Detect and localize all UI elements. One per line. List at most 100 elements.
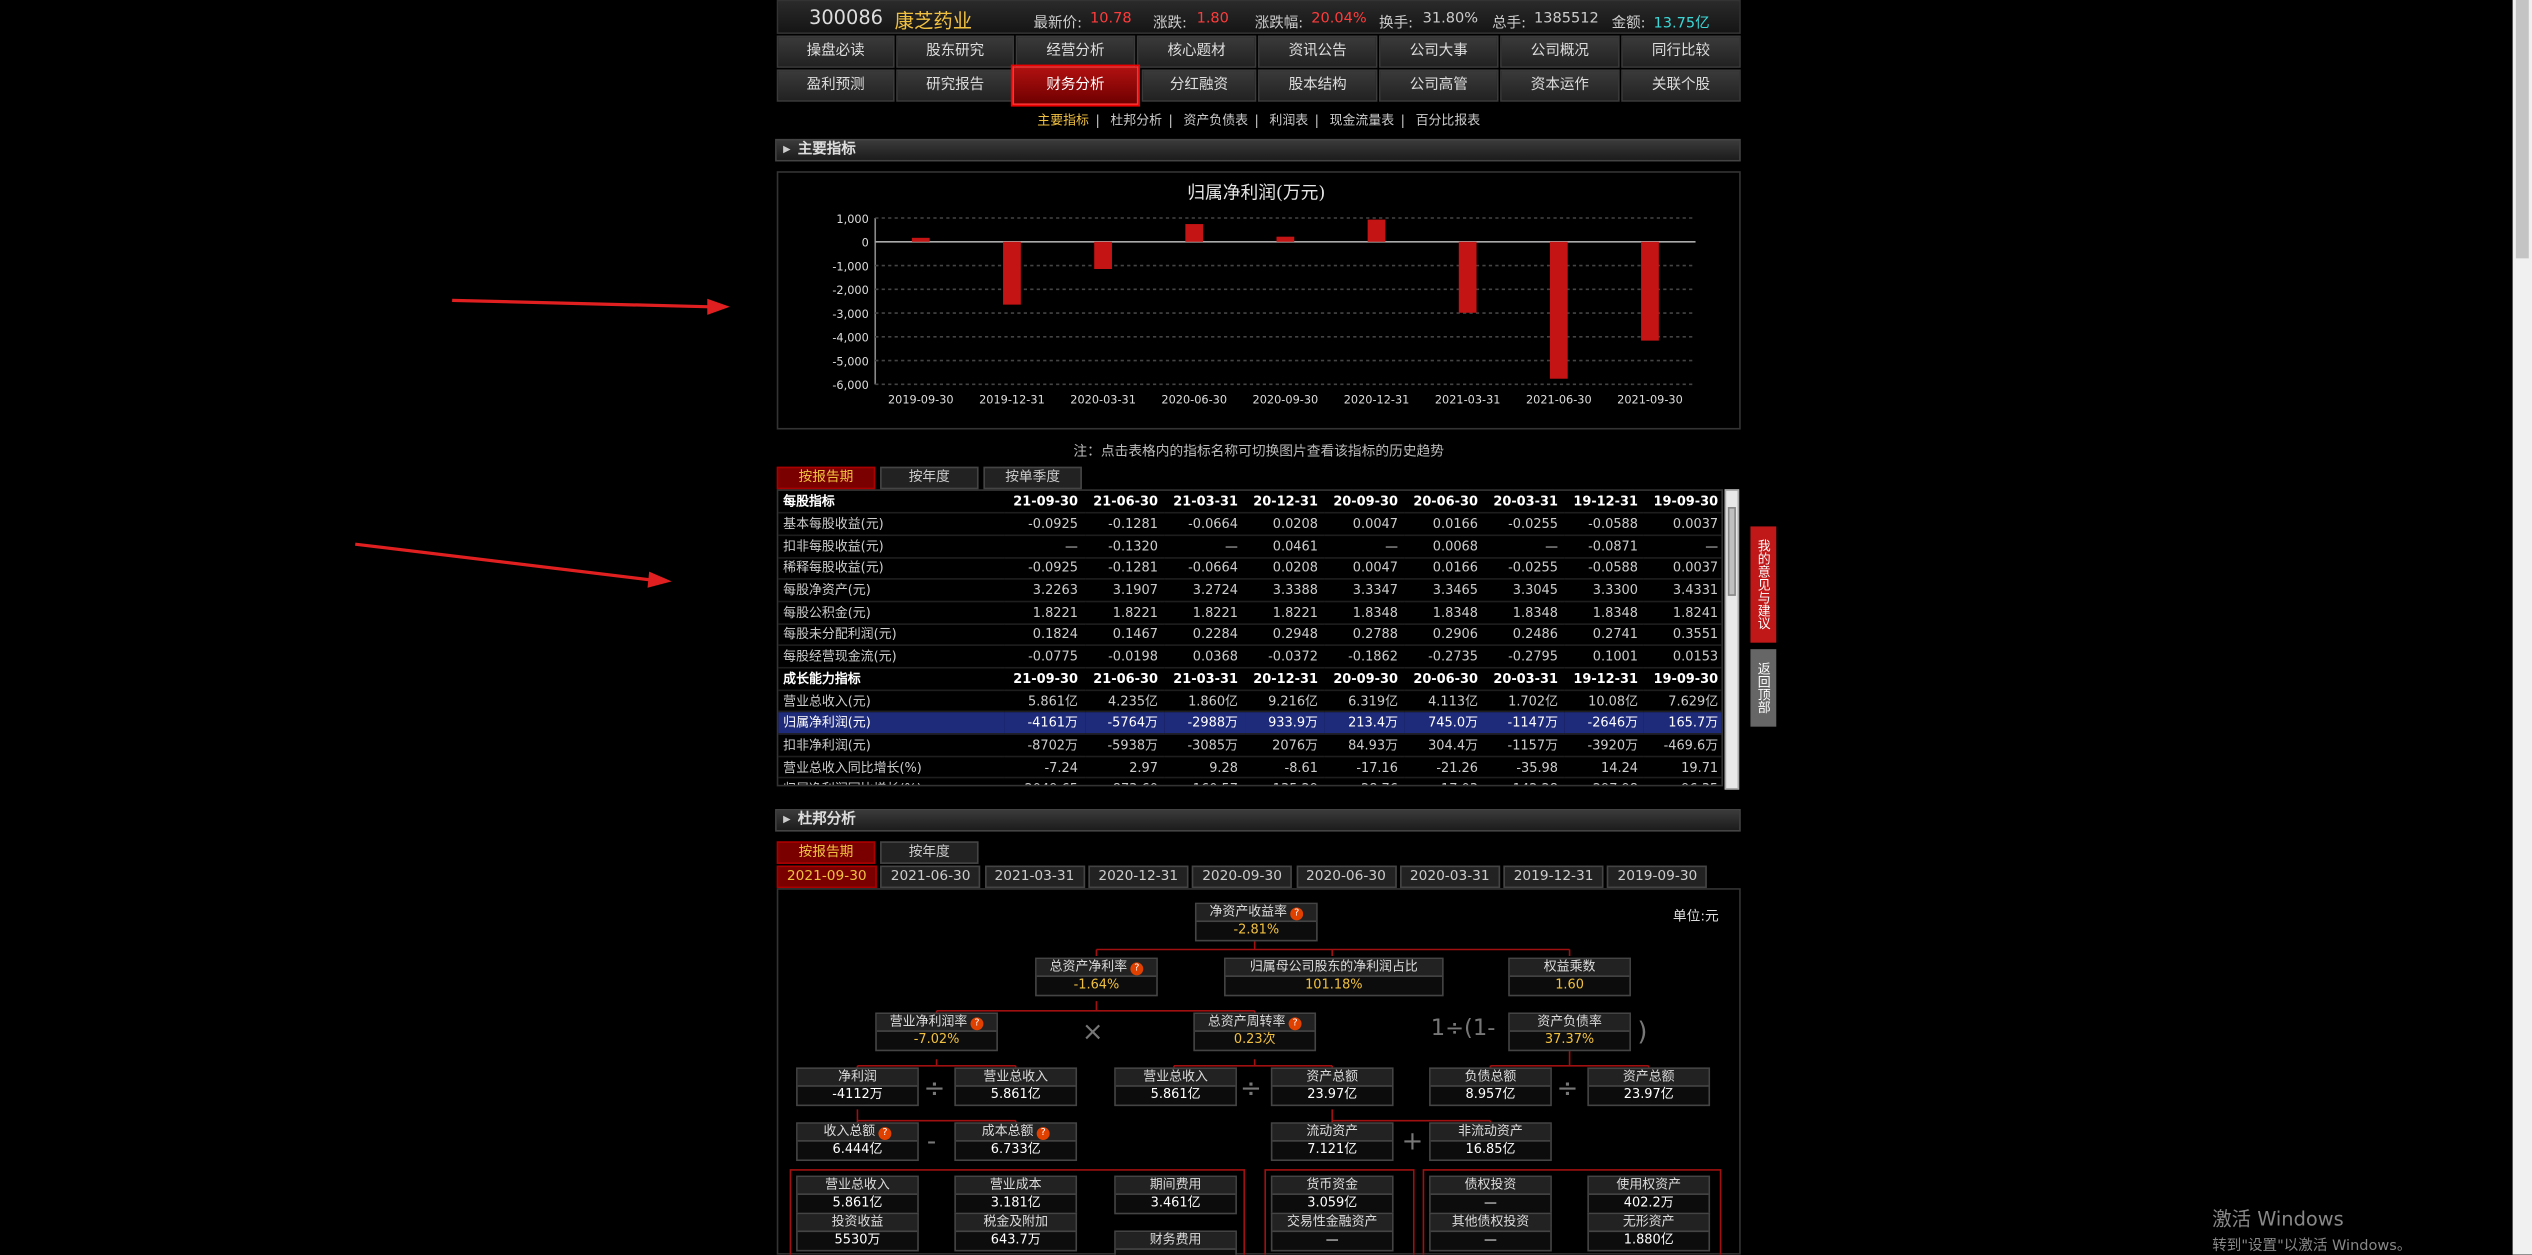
table-row[interactable]: 营业总收入(元) 5.861亿 4.235亿 1.860亿 9.216亿 6.319亿 4.… <box>778 689 1722 713</box>
bar[interactable] <box>911 237 930 242</box>
help-icon[interactable]: ? <box>878 1127 892 1141</box>
table-row[interactable]: 每股未分配利润(元) 0.1824 0.1467 0.2284 0.2948 0.2788… <box>778 623 1722 647</box>
dupont-node-ratio[interactable]: 归属母公司股东的净利润占比 101.18% <box>1224 957 1444 997</box>
indicator-name-link[interactable]: 扣非每股收益(元) <box>778 535 1005 558</box>
dupont-date-tab[interactable]: 2021-03-31 <box>984 865 1085 889</box>
tab-by-period[interactable]: 按报告期 <box>776 466 876 490</box>
nav-dashi[interactable]: 公司大事 <box>1379 35 1499 68</box>
nav-ziben[interactable]: 资本运作 <box>1500 69 1620 102</box>
table-row[interactable]: 归属净利润同比增长(%)-2049.65-873.60-160.57135.29… <box>778 778 1722 785</box>
bar[interactable] <box>1549 241 1568 379</box>
table-row[interactable]: 稀释每股收益(元) -0.0925 -0.1281 -0.0664 0.0208 0.00… <box>778 557 1722 581</box>
table-row[interactable]: 扣非每股收益(元) — -0.1320—0.0461—0.0068— -0.0871— <box>778 535 1722 558</box>
dupont-date-tab[interactable]: 2021-09-30 <box>776 865 877 889</box>
nav-zixun[interactable]: 资讯公告 <box>1257 35 1378 68</box>
bar[interactable] <box>1003 241 1021 305</box>
sub-link-percent[interactable]: 百分比报表 <box>1416 113 1481 128</box>
dupont-node-ca[interactable]: 流动资产 7.121亿 <box>1270 1122 1394 1162</box>
scrollbar-thumb[interactable] <box>1727 507 1736 596</box>
indicator-name-link[interactable]: 每股净资产(元) <box>778 579 1005 603</box>
indicator-name-link[interactable]: 每股公积金(元) <box>778 601 1005 625</box>
dupont-node-dar[interactable]: 资产负债率 37.37% <box>1508 1012 1631 1052</box>
bar[interactable] <box>1185 224 1204 242</box>
section-header-dupont[interactable]: 杜邦分析 <box>775 809 1741 832</box>
dupont-node-roa[interactable]: 总资产净利率? -1.64% <box>1035 957 1158 997</box>
bar[interactable] <box>1276 236 1295 242</box>
dupont-node-cost[interactable]: 成本总额? 6.733亿 <box>954 1122 1078 1162</box>
indicator-name-link[interactable]: 基本每股收益(元) <box>778 513 1005 536</box>
dupont-node-rev2[interactable]: 营业总收入 5.861亿 <box>1114 1067 1237 1107</box>
dupont-date-tab[interactable]: 2019-09-30 <box>1607 865 1708 889</box>
dupont-node-tat[interactable]: 总资产周转率? 0.23次 <box>1193 1012 1317 1052</box>
indicator-name-link[interactable]: 每股未分配利润(元) <box>778 623 1005 647</box>
table-row[interactable]: 归属净利润(元) -4161万 -5764万 -2988万 933.9万 213.4万 74… <box>778 711 1722 735</box>
sub-link-income[interactable]: 利润表 <box>1269 113 1308 128</box>
nav-yanjiu[interactable]: 研究报告 <box>896 69 1015 102</box>
dupont-date-tab[interactable]: 2020-03-31 <box>1399 865 1500 889</box>
dupont-node-nca[interactable]: 非流动资产 16.85亿 <box>1429 1122 1552 1162</box>
dupont-date-tab[interactable]: 2021-06-30 <box>880 865 981 889</box>
nav-yingli[interactable]: 盈利预测 <box>776 69 895 102</box>
sub-link-balance[interactable]: 资产负债表 <box>1183 113 1248 128</box>
indicator-name-link[interactable]: 归属净利润同比增长(%) <box>778 778 1005 785</box>
indicator-name-link[interactable]: 营业总收入(元) <box>778 689 1005 713</box>
table-row[interactable]: 每股经营现金流(元) -0.0775 -0.0198 0.0368 -0.0372 -0.… <box>778 645 1722 669</box>
table-row[interactable]: 扣非净利润(元) -8702万 -5938万 -3085万 2076万 84.93万 304… <box>778 734 1722 757</box>
nav-guben[interactable]: 股本结构 <box>1257 69 1378 102</box>
dupont-date-tab[interactable]: 2020-12-31 <box>1088 865 1189 889</box>
page-scrollbar-thumb[interactable] <box>2515 0 2529 259</box>
stock-name[interactable]: 康芝药业 <box>895 6 973 33</box>
nav-tonghang[interactable]: 同行比较 <box>1621 35 1741 68</box>
bar[interactable] <box>1094 241 1112 270</box>
bar[interactable] <box>1367 219 1386 242</box>
back-to-top-button[interactable]: 返回顶部 <box>1750 649 1777 727</box>
help-icon[interactable]: ? <box>1130 962 1144 976</box>
nav-gaikuang[interactable]: 公司概况 <box>1500 35 1620 68</box>
dupont-node-rev1[interactable]: 营业总收入 5.861亿 <box>954 1067 1078 1107</box>
table-scrollbar[interactable] <box>1724 489 1740 790</box>
nav-jingying[interactable]: 经营分析 <box>1015 35 1136 68</box>
sub-link-main[interactable]: 主要指标 <box>1037 113 1089 128</box>
page-scrollbar[interactable] <box>2512 0 2532 1255</box>
help-icon[interactable]: ? <box>970 1017 984 1031</box>
dupont-tab-year[interactable]: 按年度 <box>880 841 979 864</box>
feedback-button[interactable]: 我的意见与建议 <box>1750 526 1777 643</box>
dupont-node-ta1[interactable]: 资产总额 23.97亿 <box>1270 1067 1394 1107</box>
dupont-node-np[interactable]: 净利润 -4112万 <box>796 1067 919 1107</box>
indicator-name-link[interactable]: 每股经营现金流(元) <box>778 645 1005 669</box>
table-row[interactable]: 每股公积金(元) 1.8221 1.8221 1.8221 1.8221 1.8348 1.… <box>778 601 1722 625</box>
help-icon[interactable]: ? <box>1288 1017 1302 1031</box>
sub-link-cashflow[interactable]: 现金流量表 <box>1330 113 1395 128</box>
tab-by-quarter[interactable]: 按单季度 <box>983 466 1082 490</box>
table-row[interactable]: 每股净资产(元) 3.2263 3.1907 3.2724 3.3388 3.3347 3.… <box>778 579 1722 603</box>
table-row[interactable]: 基本每股收益(元) -0.0925 -0.1281 -0.0664 0.0208 0.00… <box>778 513 1722 536</box>
sub-link-dupont[interactable]: 杜邦分析 <box>1110 113 1162 128</box>
profit-chart[interactable]: 归属净利润(万元) 1,000 0 -1,000 -2,000 -3,000 -4,000… <box>776 171 1741 430</box>
nav-gaoguan[interactable]: 公司高管 <box>1379 69 1499 102</box>
dupont-node-em[interactable]: 权益乘数 1.60 <box>1508 957 1631 997</box>
dupont-node-tl[interactable]: 负债总额 8.957亿 <box>1429 1067 1552 1107</box>
dupont-node-npm[interactable]: 营业净利润率? -7.02% <box>875 1012 998 1052</box>
help-icon[interactable]: ? <box>1290 907 1304 921</box>
dupont-date-tab[interactable]: 2019-12-31 <box>1503 865 1604 889</box>
bar[interactable] <box>1458 241 1477 313</box>
dupont-tab-period[interactable]: 按报告期 <box>776 841 876 864</box>
nav-gudong[interactable]: 股东研究 <box>896 35 1015 68</box>
nav-caopan[interactable]: 操盘必读 <box>776 35 895 68</box>
nav-caiwu[interactable]: 财务分析 <box>1012 66 1139 105</box>
bar[interactable] <box>1641 241 1659 341</box>
help-icon[interactable]: ? <box>1036 1127 1050 1141</box>
dupont-node-roe[interactable]: 净资产收益率? -2.81% <box>1194 902 1318 942</box>
dupont-date-tab[interactable]: 2020-09-30 <box>1192 865 1293 889</box>
nav-guanlian[interactable]: 关联个股 <box>1621 69 1741 102</box>
nav-fenhong[interactable]: 分红融资 <box>1141 69 1257 102</box>
indicator-name-link[interactable]: 扣非净利润(元) <box>778 734 1005 757</box>
table-row[interactable]: 营业总收入同比增长(%) -7.24 2.97 9.28 -8.61 -17.16 -21.… <box>778 756 1722 780</box>
nav-hexin[interactable]: 核心题材 <box>1136 35 1257 68</box>
indicator-name-link[interactable]: 稀释每股收益(元) <box>778 557 1005 581</box>
indicator-name-link[interactable]: 归属净利润(元) <box>778 711 1005 735</box>
dupont-node-ta2[interactable]: 资产总额 23.97亿 <box>1587 1067 1711 1107</box>
dupont-date-tab[interactable]: 2020-06-30 <box>1295 865 1396 889</box>
dupont-node-inc[interactable]: 收入总额? 6.444亿 <box>796 1122 919 1162</box>
indicator-name-link[interactable]: 营业总收入同比增长(%) <box>778 756 1005 780</box>
